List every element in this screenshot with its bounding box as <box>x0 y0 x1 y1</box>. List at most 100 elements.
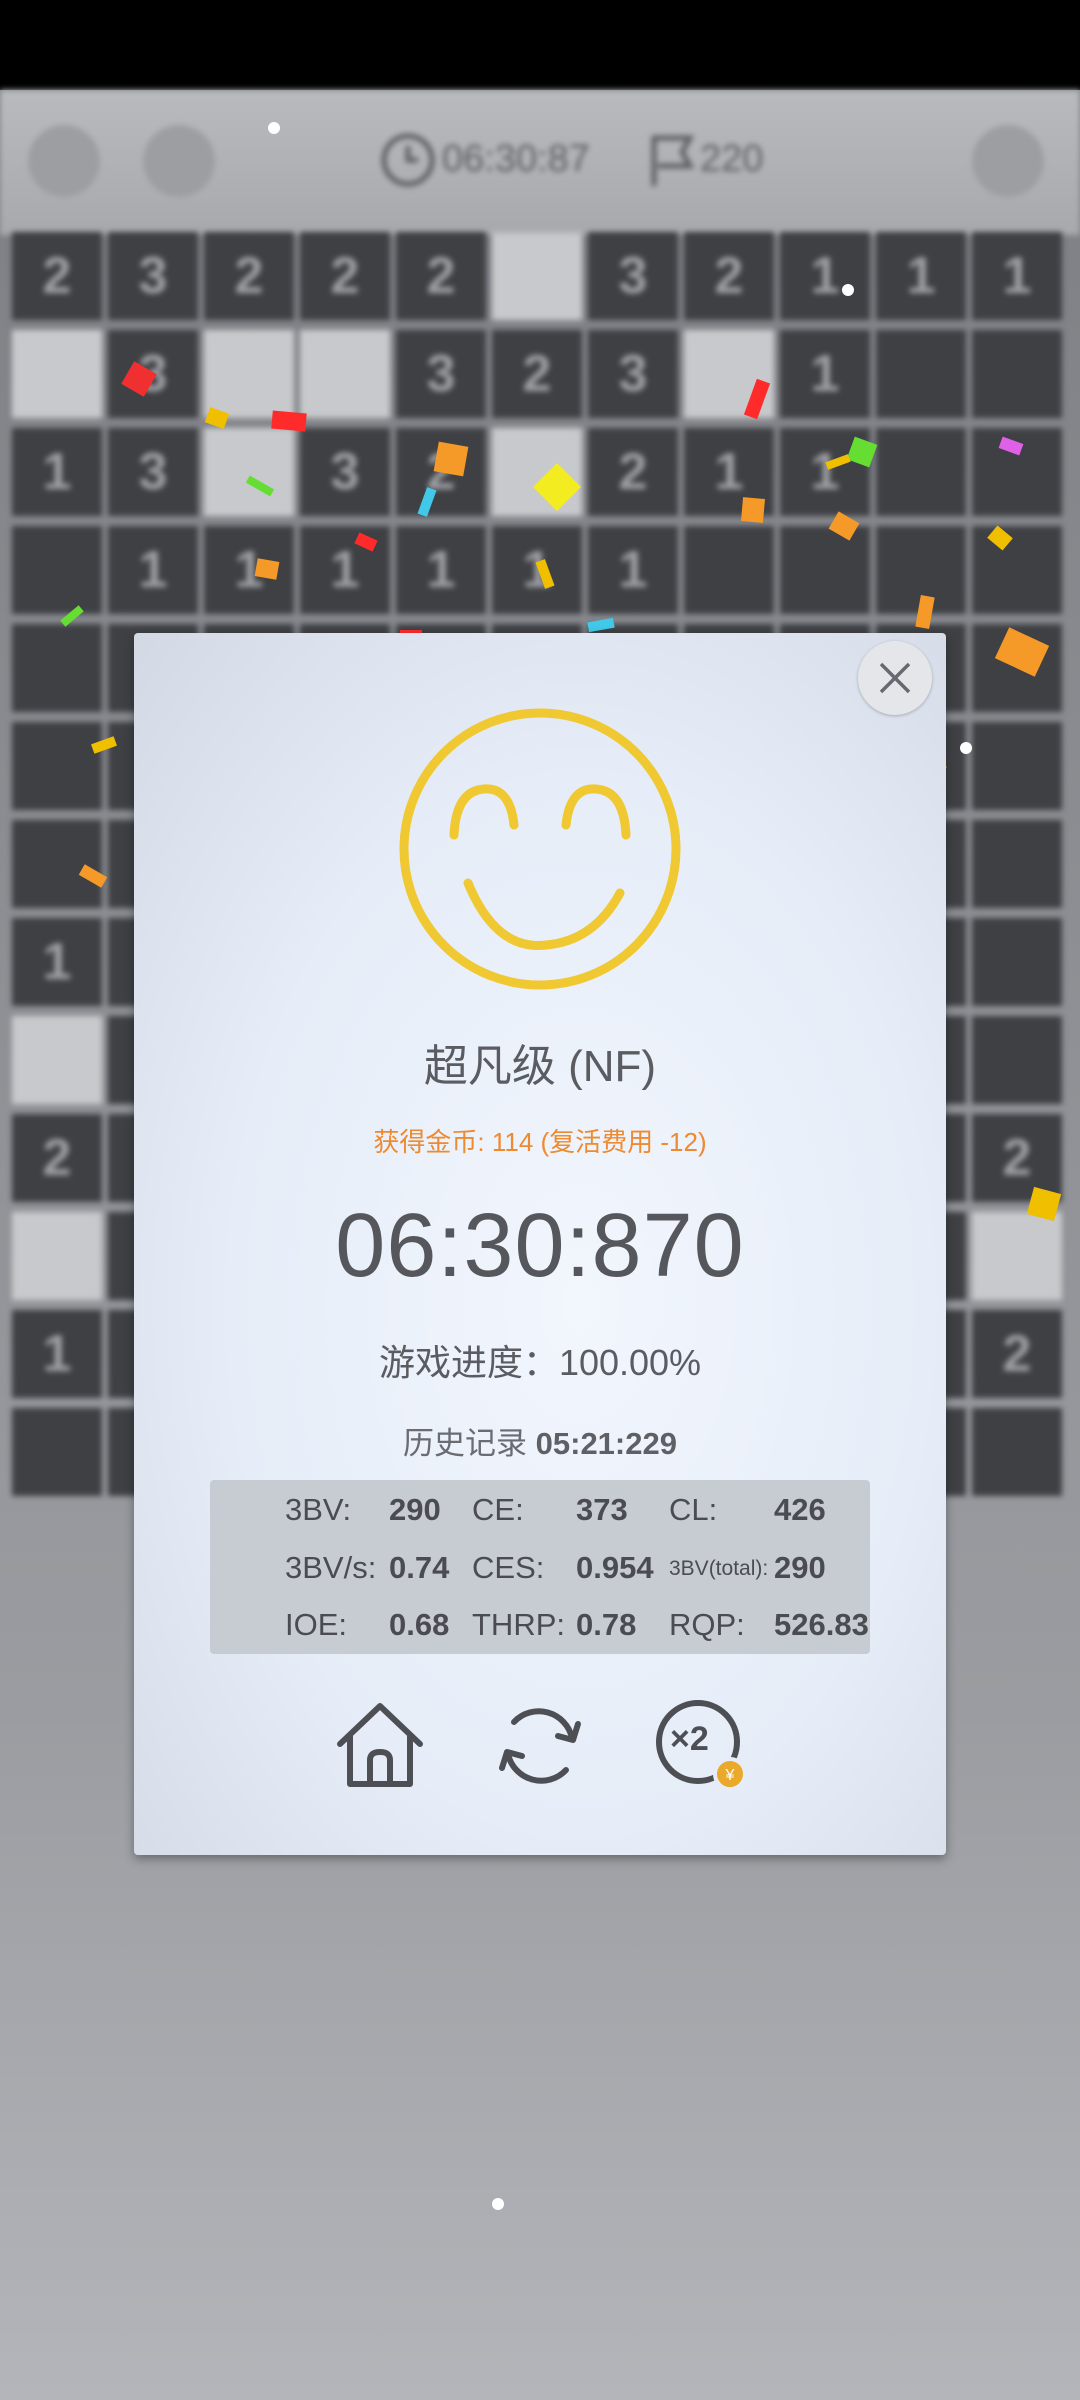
stat-cl-value: 426 <box>774 1492 826 1527</box>
board-cell <box>780 526 870 614</box>
board-cell: 1 <box>12 428 102 516</box>
expand-icon[interactable] <box>972 125 1044 197</box>
stat-ce-label: CE: <box>472 1492 524 1527</box>
board-cell <box>204 428 294 516</box>
board-cell: 2 <box>492 330 582 418</box>
board-cell: 2 <box>972 1310 1062 1398</box>
coins-earned: 获得金币: 114 (复活费用 -12) <box>373 1127 707 1157</box>
home-button[interactable] <box>332 1698 428 1794</box>
flag-icon <box>651 135 695 186</box>
game-timer: 06:30:87 <box>442 138 590 180</box>
board-cell: 2 <box>972 1114 1062 1202</box>
settings-icon[interactable] <box>143 125 215 197</box>
board-cell: 3 <box>588 232 678 320</box>
clock-icon <box>381 133 435 187</box>
stat-rqp-label: RQP: <box>669 1607 745 1642</box>
board-cell: 1 <box>780 232 870 320</box>
board-cell: 1 <box>204 526 294 614</box>
board-cell: 3 <box>588 330 678 418</box>
stat-3bv-label: 3BV: <box>285 1492 352 1527</box>
confetti-piece <box>254 558 280 580</box>
final-time: 06:30:870 <box>335 1196 745 1296</box>
board-cell: 1 <box>12 1310 102 1398</box>
stat-thrp-value: 0.78 <box>576 1607 637 1642</box>
board-cell <box>972 526 1062 614</box>
double-reward-label: ×2 <box>670 1720 709 1758</box>
board-cell <box>684 526 774 614</box>
board-cell <box>972 918 1062 1006</box>
stat-rqp-value: 526.83 <box>774 1607 869 1642</box>
sparkle-dot <box>268 122 280 134</box>
double-reward-button[interactable]: ¥ ×2 <box>652 1698 752 1798</box>
history-record: 历史记录 05:21:229 <box>134 1418 946 1463</box>
board-cell <box>972 330 1062 418</box>
board-cell: 1 <box>780 330 870 418</box>
svg-text:¥: ¥ <box>725 1767 735 1784</box>
stat-ioe-label: IOE: <box>285 1607 348 1642</box>
board-cell: 2 <box>396 232 486 320</box>
board-cell: 3 <box>108 428 198 516</box>
stat-cl-label: CL: <box>669 1492 718 1527</box>
board-cell <box>972 820 1062 908</box>
board-cell <box>12 820 102 908</box>
board-cell <box>876 330 966 418</box>
board-cell <box>972 1408 1062 1496</box>
confetti-piece <box>271 410 307 432</box>
restart-button[interactable] <box>492 1698 588 1794</box>
board-cell: 1 <box>588 526 678 614</box>
board-cell: 1 <box>492 526 582 614</box>
board-cell <box>12 1016 102 1104</box>
board-cell: 2 <box>12 232 102 320</box>
stat-ces-label: CES: <box>472 1550 545 1585</box>
board-cell: 1 <box>108 526 198 614</box>
board-cell: 1 <box>876 232 966 320</box>
game-top-bar: 06:30:87 220 <box>0 90 1080 235</box>
board-cell <box>12 722 102 810</box>
board-cell <box>972 1016 1062 1104</box>
board-cell: 1 <box>396 526 486 614</box>
board-cell: 2 <box>204 232 294 320</box>
board-cell: 2 <box>12 1114 102 1202</box>
board-cell: 3 <box>108 232 198 320</box>
stat-ces-value: 0.954 <box>576 1550 654 1585</box>
flag-count: 220 <box>700 138 764 180</box>
board-cell <box>12 624 102 712</box>
game-progress: 游戏进度：100.00% <box>378 1342 702 1383</box>
stat-ioe-value: 0.68 <box>389 1607 450 1642</box>
board-cell: 3 <box>300 428 390 516</box>
stat-3bvs-value: 0.74 <box>389 1550 450 1585</box>
board-cell <box>12 1408 102 1496</box>
board-cell: 1 <box>972 232 1062 320</box>
confetti-piece <box>433 441 469 477</box>
history-value: 05:21:229 <box>535 1426 677 1461</box>
board-cell <box>492 232 582 320</box>
smiley-icon <box>399 708 681 990</box>
board-cell: 1 <box>300 526 390 614</box>
close-button[interactable] <box>858 641 932 715</box>
status-bar <box>0 0 1080 90</box>
board-cell: 2 <box>684 232 774 320</box>
history-label: 历史记录 <box>403 1426 528 1461</box>
board-cell <box>204 330 294 418</box>
menu-icon[interactable] <box>28 125 100 197</box>
board-cell: 2 <box>300 232 390 320</box>
board-cell <box>972 1212 1062 1300</box>
board-cell: 2 <box>588 428 678 516</box>
board-cell <box>12 526 102 614</box>
close-icon <box>879 662 911 694</box>
board-cell: 3 <box>396 330 486 418</box>
confetti-piece <box>740 497 766 523</box>
stat-3bv-total-value: 290 <box>774 1550 826 1585</box>
stat-ce-value: 373 <box>576 1492 628 1527</box>
board-cell <box>12 1212 102 1300</box>
board-cell <box>492 428 582 516</box>
board-cell <box>876 428 966 516</box>
stat-thrp-label: THRP: <box>472 1607 565 1642</box>
board-cell: 1 <box>12 918 102 1006</box>
stat-3bv-total-label: 3BV(total): <box>669 1557 769 1580</box>
sparkle-dot <box>960 742 972 754</box>
difficulty-title: 超凡级 (NF) <box>423 1042 657 1091</box>
stat-3bvs-label: 3BV/s: <box>285 1550 377 1585</box>
board-cell <box>972 722 1062 810</box>
sparkle-dot <box>842 284 854 296</box>
